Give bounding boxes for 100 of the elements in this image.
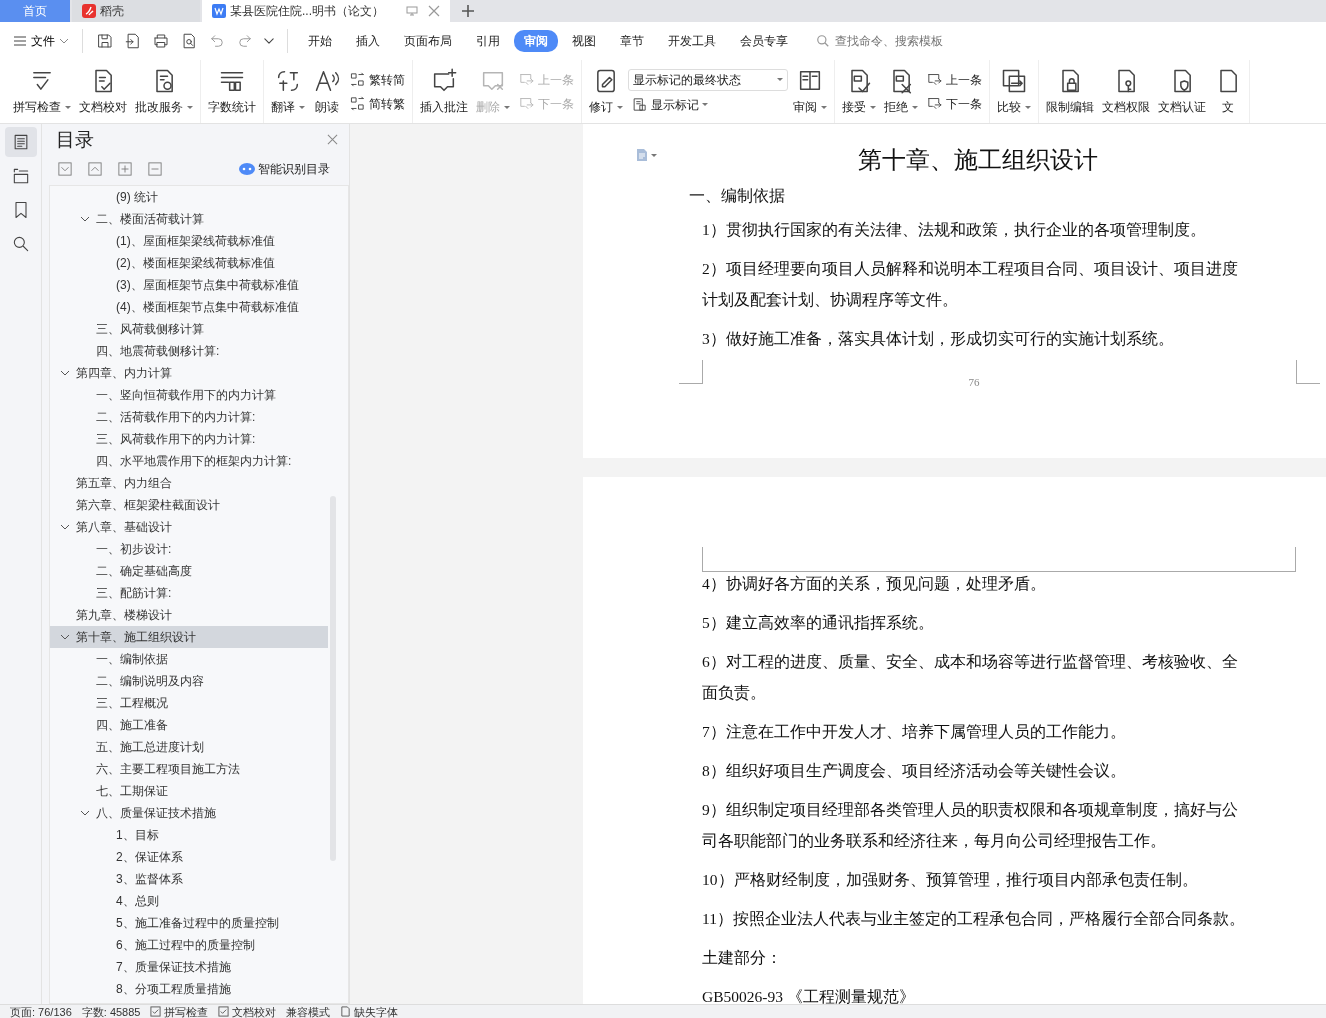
toc-item[interactable]: 4、总则	[50, 889, 328, 912]
toc-item[interactable]: 六、主要工程项目施工方法	[50, 757, 328, 780]
ribbon-button[interactable]: 朗读	[310, 65, 344, 118]
toc-item[interactable]: 一、编制依据	[50, 647, 328, 670]
ribbon-tab[interactable]: 引用	[466, 30, 510, 52]
paragraph: 3）做好施工准备，落实具体计划，形成切实可行的实施计划系统。	[702, 329, 1175, 349]
ribbon-button[interactable]: 翻译	[268, 65, 308, 118]
search-field[interactable]: 查找命令、搜索模板	[816, 31, 963, 51]
ribbon-button[interactable]: 简转繁	[346, 93, 408, 114]
ribbon-tab[interactable]: 开发工具	[658, 30, 726, 52]
toc-item[interactable]: 七、工期保证	[50, 779, 328, 802]
status-toggle[interactable]: 缺失字体	[340, 1005, 399, 1018]
toc-item[interactable]: 5、施工准备过程中的质量控制	[50, 911, 328, 934]
toc-item[interactable]: 二、楼面活荷载计算	[50, 207, 328, 230]
ribbon-button[interactable]: 字数统计	[205, 65, 259, 118]
toc-item[interactable]: 三、配筋计算:	[50, 581, 328, 604]
section-heading: 一、编制依据	[689, 186, 786, 206]
toc-item[interactable]: 第八章、基础设计	[50, 515, 328, 538]
toc-item[interactable]: (2)、楼面框架梁线荷载标准值	[50, 251, 328, 274]
ribbon-button[interactable]: 拒绝	[881, 65, 921, 118]
markup-icon	[631, 96, 648, 113]
paragraph: 9）组织制定项目经理部各类管理人员的职责权限和各项规章制度，搞好与公司各职能部门的业务联系和经济往来，每月向公司经理报告工作。	[702, 800, 1239, 851]
toc-item[interactable]: 二、活荷载作用下的内力计算:	[50, 405, 328, 428]
ribbon-button[interactable]: 繁转简	[346, 69, 408, 90]
toc-item[interactable]: 八、质量保证技术措施	[50, 801, 328, 824]
status-text: 兼容模式	[286, 1005, 331, 1018]
document-icon	[340, 1006, 352, 1017]
comment-arrow-icon	[518, 95, 535, 112]
toc-item[interactable]: 第六章、框架梁柱截面设计	[50, 493, 328, 516]
toc-item[interactable]: 2、保证体系	[50, 845, 328, 868]
ribbon-tab[interactable]: 页面布局	[394, 30, 462, 52]
paragraph: 土建部分：	[702, 948, 783, 968]
toc-item[interactable]: 二、确定基础高度	[50, 559, 328, 582]
paragraph: 2）项目经理要向项目人员解释和说明本工程项目合同、项目设计、项目进度计划及配套计划、协调程序等文件。	[702, 259, 1239, 310]
toc-item[interactable]: (9) 统计	[50, 185, 328, 208]
paragraph: 10）严格财经制度，加强财务、预算管理，推行项目内部承包责任制。	[702, 870, 1199, 890]
ribbon-tab[interactable]: 章节	[610, 30, 654, 52]
ribbon-button[interactable]: 文档认证	[1155, 65, 1209, 118]
close-icon[interactable]	[428, 5, 440, 17]
toc-item[interactable]: 6、施工过程中的质量控制	[50, 933, 328, 956]
status-text: 页面: 76/136	[10, 1005, 72, 1018]
toc-item[interactable]: 第十章、施工组织设计	[50, 625, 328, 648]
ribbon-button[interactable]: 拼写检查	[10, 65, 74, 118]
ribbon-button[interactable]: 显示标记	[628, 94, 788, 115]
toc-item[interactable]: 三、风荷载作用下的内力计算:	[50, 427, 328, 450]
convert-icon	[349, 95, 366, 112]
ribbon-tab[interactable]: 插入	[346, 30, 390, 52]
app-logo-icon	[82, 4, 96, 18]
ribbon-button[interactable]: 插入批注	[417, 65, 471, 118]
ribbon-button[interactable]: 文档校对	[76, 65, 130, 118]
paragraph: 1）贯彻执行国家的有关法律、法规和政策，执行企业的各项管理制度。	[702, 220, 1207, 240]
toc-item[interactable]: (3)、屋面框架节点集中荷载标准值	[50, 273, 328, 296]
toc-item[interactable]: 五、施工总进度计划	[50, 735, 328, 758]
toc-item[interactable]: (4)、楼面框架节点集中荷载标准值	[50, 295, 328, 318]
comment-arrow-icon	[518, 71, 535, 88]
toc-item[interactable]: 第五章、内力组合	[50, 471, 328, 494]
document-tab[interactable]: 某县医院住院...明书（论文）	[202, 0, 450, 22]
ribbon-tab[interactable]: 视图	[562, 30, 606, 52]
ribbon-button[interactable]: 上一条	[923, 69, 985, 90]
toc-button[interactable]	[4, 127, 37, 157]
app-tab[interactable]: 稻壳	[72, 0, 200, 22]
ribbon-button[interactable]: 修订	[586, 65, 626, 118]
paragraph: GB50026-93 《工程测量规范》	[702, 987, 916, 1004]
ribbon-button[interactable]: 批改服务	[132, 65, 196, 118]
ribbon-button[interactable]: 接受	[839, 65, 879, 118]
ribbon-button[interactable]: 审阅	[790, 65, 830, 118]
toc-item[interactable]: 一、初步设计:	[50, 537, 328, 560]
more-icon	[264, 38, 274, 44]
toc-item[interactable]: 四、水平地震作用下的框架内力计算:	[50, 449, 328, 472]
toc-item[interactable]: 8、分项工程质量措施	[50, 977, 328, 1000]
file-menu[interactable]: 文件	[10, 30, 72, 52]
robot-icon	[239, 162, 255, 175]
toc-item[interactable]: 二、编制说明及内容	[50, 669, 328, 692]
toc-item[interactable]: (1)、屋面框架梁线荷载标准值	[50, 229, 328, 252]
ribbon-button[interactable]: 文档权限	[1099, 65, 1153, 118]
more-button[interactable]	[261, 36, 277, 46]
toc-item[interactable]: 三、工程概况	[50, 691, 328, 714]
ribbon-tab[interactable]: 开始	[298, 30, 342, 52]
ribbon-button[interactable]: 下一条	[923, 93, 985, 114]
status-toggle[interactable]: 文档校对	[218, 1005, 277, 1018]
save-icon	[96, 32, 114, 50]
smart-toc-button[interactable]: 智能识别目录	[236, 158, 333, 179]
toc-item[interactable]: 第九章、楼梯设计	[50, 603, 328, 626]
status-toggle[interactable]: 拼写检查	[150, 1005, 209, 1018]
toc-item[interactable]: 一、竖向恒荷载作用下的内力计算	[50, 383, 328, 406]
toc-item[interactable]: 7、质量保证技术措施	[50, 955, 328, 978]
toc-item[interactable]: 四、施工准备	[50, 713, 328, 736]
ribbon-button[interactable]: 比较	[994, 65, 1034, 118]
markup-dropdown[interactable]: 显示标记的最终状态	[628, 68, 788, 91]
compare-icon	[1000, 67, 1028, 95]
toc-item[interactable]: 三、风荷载侧移计算	[50, 317, 328, 340]
ribbon-button[interactable]: 文	[1211, 65, 1245, 118]
toc-item[interactable]: 3、监督体系	[50, 867, 328, 890]
checkbox-icon	[150, 1006, 162, 1017]
toc-item[interactable]: 第四章、内力计算	[50, 361, 328, 384]
ribbon-button[interactable]: 限制编辑	[1043, 65, 1097, 118]
ribbon-tab[interactable]: 会员专享	[730, 30, 798, 52]
paragraph: 4）协调好各方面的关系，预见问题，处理矛盾。	[702, 574, 1047, 594]
toc-item[interactable]: 1、目标	[50, 823, 328, 846]
toc-item[interactable]: 四、地震荷载侧移计算:	[50, 339, 328, 362]
